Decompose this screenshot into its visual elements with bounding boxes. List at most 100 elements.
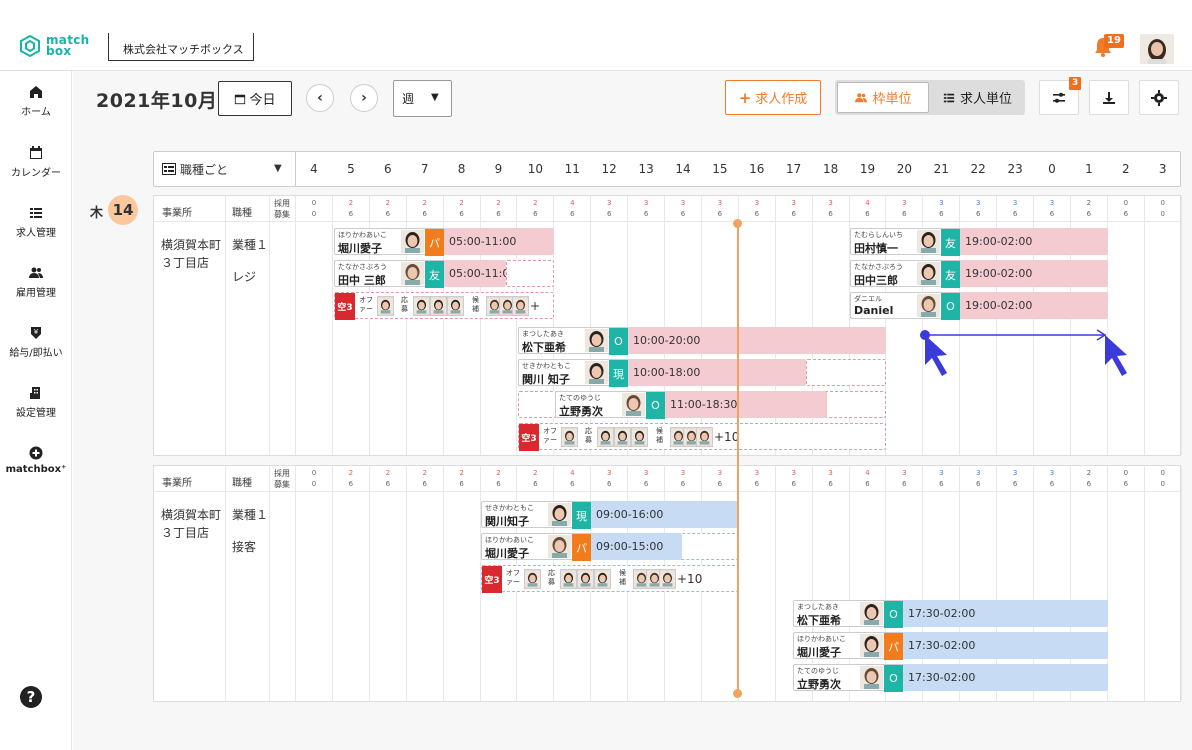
today-button[interactable]: 今日	[218, 81, 292, 116]
employee-photo	[401, 230, 424, 253]
sidebar-item-jobs[interactable]: 求人管理	[0, 206, 72, 239]
shift-bar[interactable]: ダニエル Daniel O 19:00-02:00	[850, 292, 1108, 320]
shift-bar[interactable]: たなかさぶろう 田中 三郎友 05:00-11:00	[334, 260, 516, 288]
shift-bar[interactable]: たてのゆうじ 立野勇次 O 11:00-18:30	[555, 391, 827, 419]
shift-placeholder[interactable]	[806, 359, 886, 386]
applicant-photo[interactable]	[614, 427, 631, 447]
applicant-photo[interactable]	[430, 296, 447, 316]
employment-type-tag: パ	[572, 534, 591, 561]
more-count[interactable]: +	[530, 299, 540, 313]
shift-employee[interactable]: せきかわともこ 関川知子 現	[481, 501, 591, 529]
vacancy-row[interactable]: 空3 オフ ァー 応 募 候 補 +10	[518, 423, 886, 451]
recruit-count: 6	[606, 210, 612, 218]
hire-label: 採用	[274, 469, 290, 478]
recruit-count: 6	[902, 210, 907, 218]
more-count[interactable]: +10	[714, 430, 739, 444]
applicant-photo[interactable]	[594, 569, 611, 589]
shift-bar[interactable]: まつしたあき 松下亜希 O 10:00-20:00	[518, 327, 886, 355]
hour-label: 8	[457, 162, 466, 176]
applicant-photo[interactable]	[447, 296, 464, 316]
download-button[interactable]	[1089, 80, 1129, 115]
help-button[interactable]: ?	[20, 686, 42, 708]
shift-employee[interactable]: ほりかわあいこ 堀川愛子 パ	[334, 228, 444, 256]
shift-employee[interactable]: ほりかわあいこ 堀川愛子 パ	[481, 533, 591, 561]
employee-photo	[548, 535, 571, 558]
vacancy-row[interactable]: 空3 オフ ァー 応 募 候 補 +10	[481, 565, 738, 593]
hour-gridline	[295, 196, 296, 455]
office-header: 事業所	[162, 478, 192, 489]
settings-button[interactable]	[1139, 80, 1179, 115]
offer-photo[interactable]	[524, 569, 541, 589]
sidebar-item-settings[interactable]: 設定管理	[0, 386, 72, 419]
group-select-value: 職種ごと	[180, 162, 229, 177]
shift-employee[interactable]: ほりかわあいこ 堀川愛子 パ	[793, 632, 903, 660]
sidebar-item-calendar[interactable]: カレンダー	[0, 146, 72, 179]
slot-unit-label: 枠単位	[872, 92, 912, 107]
slot-unit-button[interactable]: 枠単位	[837, 82, 929, 113]
offer-photo[interactable]	[377, 296, 394, 316]
shift-employee[interactable]: たなかさぶろう 田中 三郎 友	[334, 260, 444, 288]
candidate-photo[interactable]	[512, 296, 529, 316]
employee-photo	[917, 262, 940, 285]
employee-name: 田村慎一	[854, 242, 898, 255]
recruit-count: 6	[1049, 480, 1055, 488]
shift-employee[interactable]: たむらしんいち 田村慎一 友	[850, 228, 960, 256]
applicant-photo[interactable]	[631, 427, 648, 447]
hour-label: 1	[1085, 162, 1093, 176]
shift-bar[interactable]: ほりかわあいこ 堀川愛子 パ 09:00-15:00	[481, 533, 682, 561]
shift-bar[interactable]: たなかさぶろう 田中三郎 友 19:00-02:00	[850, 260, 1108, 288]
shift-bar[interactable]: ほりかわあいこ 堀川愛子 パ 17:30-02:00	[793, 632, 1108, 660]
candidate-photo[interactable]	[696, 427, 713, 447]
sidebar-item-payment[interactable]: ¥ 給与/即払い	[0, 326, 72, 359]
candidate-photo[interactable]	[659, 569, 676, 589]
shift-bar[interactable]: たてのゆうじ 立野勇次 O 17:30-02:00	[793, 664, 1108, 692]
shift-placeholder[interactable]	[506, 260, 554, 287]
sidebar-item-home[interactable]: ホーム	[0, 85, 72, 118]
recruit-count: 6	[570, 210, 575, 218]
shift-bar[interactable]: たむらしんいち 田村慎一 友 19:00-02:00	[850, 228, 1108, 256]
vacancy-row[interactable]: 空3 オフ ァー 応 募 候 補 +	[334, 292, 554, 320]
shift-employee[interactable]: たなかさぶろう 田中三郎 友	[850, 260, 960, 288]
employment-type-tag: パ	[425, 229, 444, 256]
applicant-photo[interactable]	[577, 569, 594, 589]
sidebar-item-employment[interactable]: 雇用管理	[0, 266, 72, 299]
applicant-photo[interactable]	[560, 569, 577, 589]
recruit-count: 6	[1012, 210, 1018, 218]
more-count[interactable]: +10	[677, 572, 702, 586]
create-job-button[interactable]: + 求人作成	[725, 80, 821, 115]
shift-employee[interactable]: たてのゆうじ 立野勇次 O	[555, 391, 665, 419]
shift-employee[interactable]: まつしたあき 松下亜希 O	[518, 327, 628, 355]
company-name[interactable]: 株式会社マッチボックス	[108, 33, 254, 61]
shift-employee[interactable]: せきかわともこ 関川 知子 現	[518, 359, 628, 387]
shift-employee[interactable]: たてのゆうじ 立野勇次 O	[793, 664, 903, 692]
hire-count: 3	[902, 469, 907, 477]
shift-time: 19:00-02:00	[965, 235, 1033, 248]
recruit-count: 6	[643, 480, 649, 488]
shift-time: 19:00-02:00	[965, 267, 1033, 280]
next-button[interactable]: ›	[350, 84, 378, 112]
shift-bar[interactable]: まつしたあき 松下亜希 O 17:30-02:00	[793, 600, 1108, 628]
sidebar-item-matchbox-plus[interactable]: matchbox⁺	[0, 446, 72, 475]
shift-bar[interactable]: せきかわともこ 関川知子 現 09:00-16:00	[481, 501, 738, 529]
matchbox-logo[interactable]: match box	[18, 34, 90, 58]
recruit-count: 6	[828, 210, 833, 218]
shift-employee[interactable]: ダニエル Daniel O	[850, 292, 960, 320]
group-select[interactable]: 職種ごと ▼	[154, 152, 296, 186]
applicant-photo[interactable]	[597, 427, 614, 447]
offer-photo[interactable]	[561, 427, 578, 447]
prev-button[interactable]: ‹	[306, 84, 334, 112]
employment-type-tag: O	[941, 293, 960, 320]
timeline-header: 職種ごと ▼ 4 5 6 7 8 9 10 11 12 13 14 15 16 17 18 19 20 21 22 2…	[153, 151, 1181, 187]
shift-bar[interactable]: ほりかわあいこ 堀川愛子 パ 05:00-11:00	[334, 228, 554, 256]
view-select[interactable]: 週 ▼	[393, 80, 452, 117]
shift-employee[interactable]: まつしたあき 松下亜希 O	[793, 600, 903, 628]
hour-label: 3	[1158, 162, 1167, 176]
shift-bar[interactable]: せきかわともこ 関川 知子 現 10:00-18:00	[518, 359, 806, 387]
offer-label: オフ ァー	[359, 296, 373, 313]
job-unit-button[interactable]: 求人単位	[931, 82, 1023, 113]
user-avatar[interactable]	[1140, 34, 1174, 64]
employee-name: 関川知子	[485, 515, 529, 528]
employee-kana: ほりかわあいこ	[797, 635, 846, 643]
applicant-photo[interactable]	[413, 296, 430, 316]
hire-count: 3	[1049, 469, 1055, 477]
